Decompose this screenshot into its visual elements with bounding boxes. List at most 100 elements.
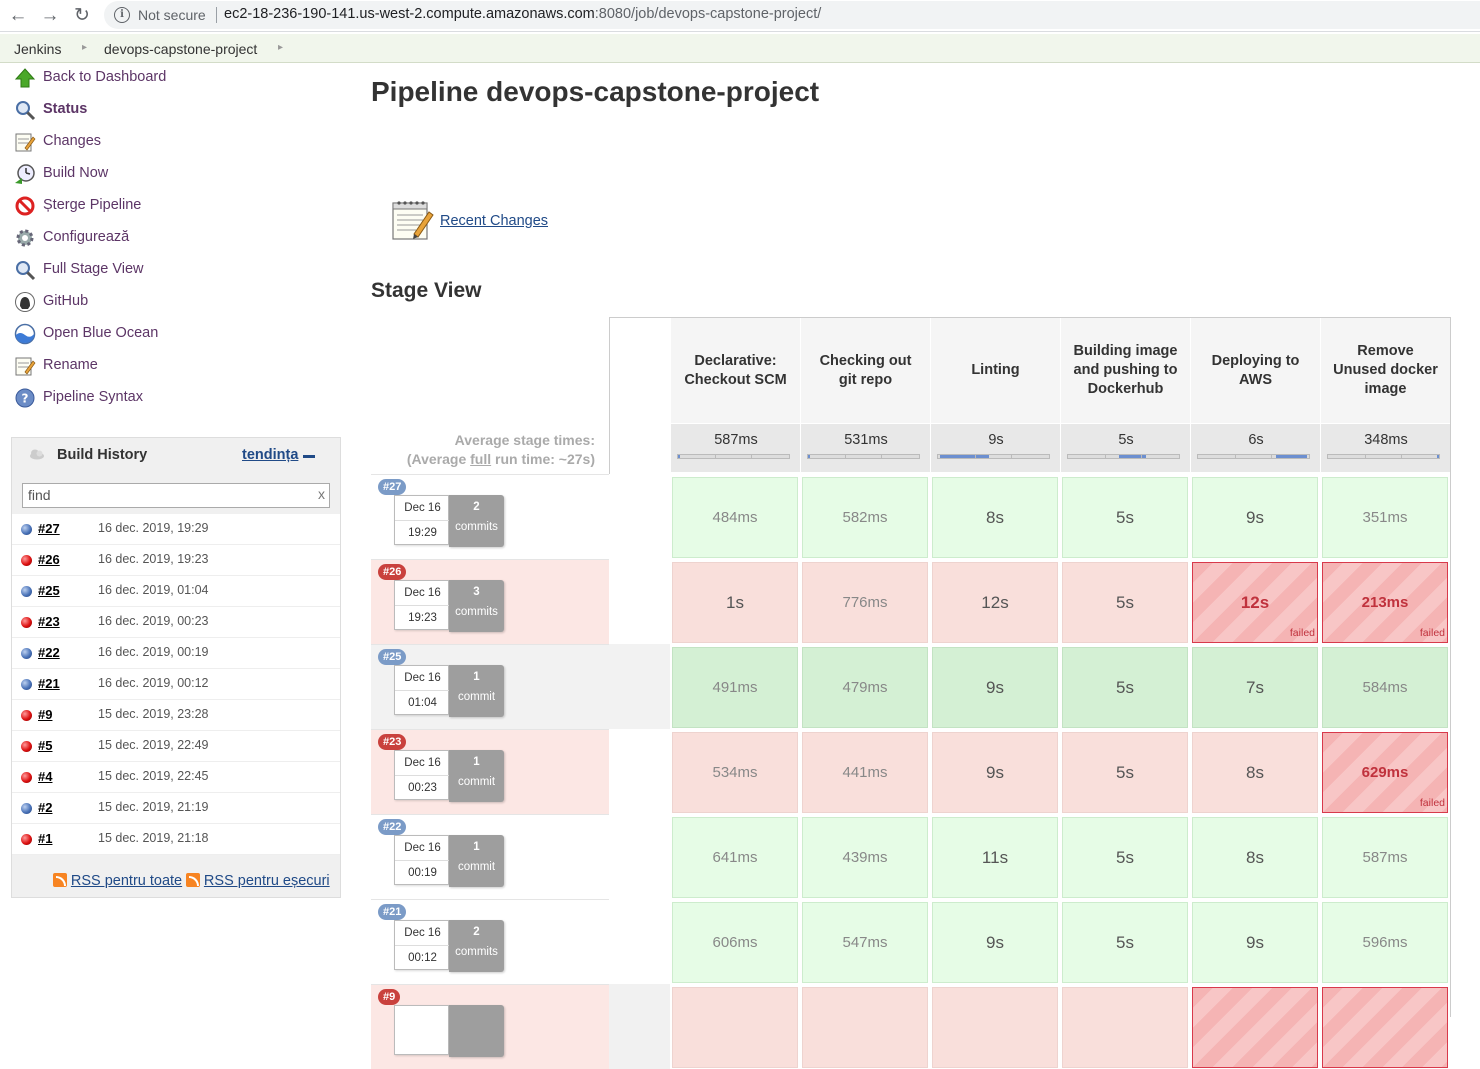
sidebar-task-label[interactable]: Status — [43, 101, 87, 117]
rss-failures-link[interactable]: RSS pentru eșecuri — [204, 873, 330, 889]
stage-cell[interactable] — [1322, 987, 1448, 1068]
build-number-link[interactable]: #25 — [38, 583, 60, 598]
stage-cell[interactable]: 606ms — [672, 902, 798, 983]
stage-cell[interactable]: 9s — [1192, 902, 1318, 983]
breadcrumb-arrow-icon[interactable]: ▸ — [278, 42, 283, 53]
stage-cell[interactable]: 5s — [1062, 902, 1188, 983]
build-number-link[interactable]: #9 — [38, 707, 52, 722]
stage-cell[interactable]: 596ms — [1322, 902, 1448, 983]
stage-cell[interactable]: 1s — [672, 562, 798, 643]
build-date[interactable]: 15 dec. 2019, 21:18 — [98, 831, 209, 845]
build-number-link[interactable]: #21 — [38, 676, 60, 691]
build-badge[interactable]: #26 — [378, 564, 407, 580]
stage-cell[interactable]: 351ms — [1322, 477, 1448, 558]
sidebar-task[interactable]: Open Blue Ocean — [12, 321, 342, 349]
stage-cell[interactable]: 629ms failed — [1322, 732, 1448, 813]
sidebar-task-label[interactable]: Full Stage View — [43, 261, 143, 277]
commits-box[interactable]: 1 commit — [449, 665, 504, 717]
stage-cell[interactable]: 8s — [1192, 732, 1318, 813]
stage-cell[interactable] — [1062, 987, 1188, 1068]
sidebar-task[interactable]: GitHub — [12, 289, 342, 317]
build-date[interactable]: 15 dec. 2019, 23:28 — [98, 707, 209, 721]
build-filter-input[interactable] — [23, 484, 303, 506]
stage-cell[interactable]: 12s failed — [1192, 562, 1318, 643]
commits-box[interactable]: 1 commit — [449, 835, 504, 887]
reload-icon[interactable]: ↻ — [70, 4, 94, 28]
build-badge[interactable]: #23 — [378, 734, 407, 750]
stage-cell[interactable] — [802, 987, 928, 1068]
sidebar-task[interactable]: ? Pipeline Syntax — [12, 385, 342, 413]
build-date[interactable]: 15 dec. 2019, 22:49 — [98, 738, 209, 752]
build-number-link[interactable]: #2 — [38, 800, 52, 815]
breadcrumb-arrow-icon[interactable]: ▸ — [82, 42, 87, 53]
build-date[interactable]: 16 dec. 2019, 00:19 — [98, 645, 209, 659]
stage-cell[interactable]: 441ms — [802, 732, 928, 813]
stage-cell[interactable]: 534ms — [672, 732, 798, 813]
stage-cell[interactable]: 776ms — [802, 562, 928, 643]
sidebar-task[interactable]: Rename — [12, 353, 342, 381]
stage-cell[interactable]: 584ms — [1322, 647, 1448, 728]
sidebar-task-label[interactable]: Back to Dashboard — [43, 69, 166, 85]
sidebar-task-label[interactable]: Șterge Pipeline — [43, 197, 141, 213]
sidebar-task[interactable]: Changes — [12, 129, 342, 157]
stage-cell[interactable]: 5s — [1062, 647, 1188, 728]
trend-line-icon[interactable] — [303, 455, 315, 458]
sidebar-task-label[interactable]: Build Now — [43, 165, 108, 181]
commits-box[interactable]: 1 commit — [449, 750, 504, 802]
breadcrumb-jenkins[interactable]: Jenkins — [14, 41, 61, 57]
build-date[interactable]: 15 dec. 2019, 22:45 — [98, 769, 209, 783]
info-icon[interactable]: i — [114, 7, 130, 23]
stage-cell[interactable]: 9s — [1192, 477, 1318, 558]
build-number-link[interactable]: #23 — [38, 614, 60, 629]
sidebar-task-label[interactable]: Rename — [43, 357, 98, 373]
sidebar-task-label[interactable]: GitHub — [43, 293, 88, 309]
trend-link[interactable]: tendința — [242, 447, 298, 463]
stage-cell[interactable]: 479ms — [802, 647, 928, 728]
stage-cell[interactable]: 9s — [932, 647, 1058, 728]
stage-cell[interactable]: 8s — [1192, 817, 1318, 898]
build-badge[interactable]: #22 — [378, 819, 407, 835]
rss-icon[interactable] — [186, 873, 201, 887]
build-date[interactable]: 16 dec. 2019, 00:12 — [98, 676, 209, 690]
commits-box[interactable]: 2 commits — [449, 920, 504, 972]
sidebar-task[interactable]: Șterge Pipeline — [12, 193, 342, 221]
build-date[interactable]: 16 dec. 2019, 19:29 — [98, 521, 209, 535]
sidebar-task-label[interactable]: Changes — [43, 133, 101, 149]
stage-cell[interactable]: 12s — [932, 562, 1058, 643]
build-number-link[interactable]: #4 — [38, 769, 52, 784]
stage-cell[interactable]: 7s — [1192, 647, 1318, 728]
build-date[interactable]: 15 dec. 2019, 21:19 — [98, 800, 209, 814]
build-badge[interactable]: #27 — [378, 479, 407, 495]
stage-cell[interactable]: 587ms — [1322, 817, 1448, 898]
build-number-link[interactable]: #22 — [38, 645, 60, 660]
stage-cell[interactable]: 11s — [932, 817, 1058, 898]
sidebar-task[interactable]: Back to Dashboard — [12, 65, 342, 93]
sidebar-task-label[interactable]: Pipeline Syntax — [43, 389, 143, 405]
sidebar-task[interactable]: Build Now — [12, 161, 342, 189]
stage-cell[interactable]: 439ms — [802, 817, 928, 898]
stage-cell[interactable]: 491ms — [672, 647, 798, 728]
sidebar-task-label[interactable]: Configurează — [43, 229, 129, 245]
build-number-link[interactable]: #26 — [38, 552, 60, 567]
stage-cell[interactable]: 5s — [1062, 732, 1188, 813]
url-text[interactable]: ec2-18-236-190-141.us-west-2.compute.ama… — [224, 6, 821, 22]
stage-cell[interactable]: 641ms — [672, 817, 798, 898]
rss-all-link[interactable]: RSS pentru toate — [71, 873, 182, 889]
clear-filter-button[interactable]: x — [318, 486, 325, 502]
commits-box[interactable]: 3 commits — [449, 580, 504, 632]
stage-cell[interactable]: 547ms — [802, 902, 928, 983]
stage-cell[interactable]: 5s — [1062, 817, 1188, 898]
stage-cell[interactable]: 9s — [932, 732, 1058, 813]
rss-icon[interactable] — [53, 873, 67, 887]
stage-cell[interactable]: 9s — [932, 902, 1058, 983]
build-badge[interactable]: #21 — [378, 904, 407, 920]
stage-cell[interactable] — [932, 987, 1058, 1068]
forward-arrow-icon[interactable]: → — [38, 4, 62, 28]
commits-box[interactable] — [449, 1005, 504, 1057]
sidebar-task[interactable]: Status — [12, 97, 342, 125]
build-number-link[interactable]: #1 — [38, 831, 52, 846]
build-badge[interactable]: #25 — [378, 649, 407, 665]
stage-cell[interactable]: 582ms — [802, 477, 928, 558]
build-date[interactable]: 16 dec. 2019, 19:23 — [98, 552, 209, 566]
recent-changes-link[interactable]: Recent Changes — [440, 213, 548, 229]
